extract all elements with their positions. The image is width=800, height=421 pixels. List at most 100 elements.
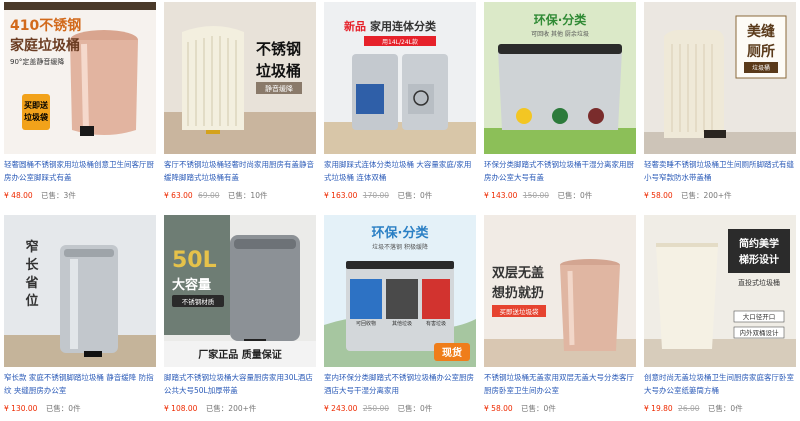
product-price: 163.00 bbox=[331, 191, 358, 200]
product-card[interactable]: 美缝 厕所 垃圾桶 轻奢卖睡不锈钢垃圾桶卫生间厕所脚踏式有缝小号窄款防水带盖桶 … bbox=[644, 2, 796, 207]
product-title[interactable]: 不锈钢垃圾桶无盖家用双层无盖大号分类客厅厨房卧室卫生间办公室 bbox=[484, 372, 636, 398]
product-price: 58.00 bbox=[651, 191, 673, 200]
original-price: 250.00 bbox=[362, 404, 390, 413]
product-title[interactable]: 轻奢圆桶不锈钢家用垃圾桶创意卫生间客厅厨房办公室脚踩式有盖 bbox=[4, 159, 156, 185]
overlay-headline: 大容量 bbox=[172, 277, 211, 293]
product-image[interactable]: 可回收物 其他垃圾 有害垃圾 环保·分类 垃圾不落钢 积极缓降 现货 bbox=[324, 215, 476, 367]
sold-count: 已售：200+件 bbox=[681, 191, 732, 200]
overlay-caption: 直投式垃圾桶 bbox=[738, 278, 780, 287]
product-card[interactable]: 简约美学 梯形设计 直投式垃圾桶 大口径开口 内外双桶设计 创意时尚无盖垃圾桶卫… bbox=[644, 215, 796, 420]
product-card[interactable]: 买即送 垃圾袋 410不锈钢 家庭垃圾桶 90°定盖静音缓降 轻奢圆桶不锈钢家用… bbox=[4, 2, 156, 207]
overlay-headline: 厕所 bbox=[747, 43, 775, 60]
product-image[interactable]: 环保·分类 可回收 其他 厨余垃圾 bbox=[484, 2, 636, 154]
overlay-headline: 长 bbox=[25, 257, 39, 273]
product-meta: ¥ 243.00 250.00 已售：0件 bbox=[324, 403, 476, 417]
badge-text: 买即送 bbox=[24, 100, 49, 110]
product-price: 130.00 bbox=[11, 404, 38, 413]
product-image[interactable]: 不锈钢 垃圾桶 静音缓降 bbox=[164, 2, 316, 154]
product-image[interactable]: 买即送 垃圾袋 410不锈钢 家庭垃圾桶 90°定盖静音缓降 bbox=[4, 2, 156, 154]
overlay-headline: 窄 bbox=[25, 239, 38, 255]
overlay-caption: 厂家正品 质量保证 bbox=[198, 348, 281, 361]
overlay-headline: 家用连体分类 bbox=[370, 19, 437, 33]
product-image[interactable]: 50L 大容量 不锈钢材质 厂家正品 质量保证 bbox=[164, 215, 316, 367]
product-meta: ¥ 163.00 170.00 已售：0件 bbox=[324, 190, 476, 204]
product-price: 58.00 bbox=[491, 404, 513, 413]
overlay-headline: 50L bbox=[172, 248, 217, 273]
sold-count: 已售：10件 bbox=[227, 191, 268, 200]
product-price: 143.00 bbox=[491, 191, 518, 200]
overlay-caption: 买即送垃圾袋 bbox=[500, 307, 540, 316]
price-currency: ¥ bbox=[164, 191, 169, 200]
price-currency: ¥ bbox=[324, 191, 329, 200]
product-title[interactable]: 轻奢卖睡不锈钢垃圾桶卫生间厕所脚踏式有缝小号窄款防水带盖桶 bbox=[644, 159, 796, 185]
price-currency: ¥ bbox=[324, 404, 329, 413]
sold-count: 已售：200+件 bbox=[205, 404, 257, 413]
product-card[interactable]: 不锈钢 垃圾桶 静音缓降 客厅不锈钢垃圾桶轻奢时尚家用厨房有盖静音缓降脚踏式垃圾… bbox=[164, 2, 316, 207]
overlay-caption: 静音缓降 bbox=[265, 84, 293, 93]
product-price: 48.00 bbox=[11, 191, 33, 200]
product-image[interactable]: 美缝 厕所 垃圾桶 bbox=[644, 2, 796, 154]
product-meta: ¥ 48.00 已售：3件 bbox=[4, 190, 156, 204]
overlay-headline: 家庭垃圾桶 bbox=[10, 37, 80, 54]
product-card[interactable]: 可回收物 其他垃圾 有害垃圾 环保·分类 垃圾不落钢 积极缓降 现货 室内环保分… bbox=[324, 215, 476, 420]
product-image[interactable]: 双层无盖 想扔就扔 买即送垃圾袋 bbox=[484, 215, 636, 367]
product-title[interactable]: 创意时尚无盖垃圾桶卫生间厨房家庭客厅卧室大号办公室纸篓筒方桶 bbox=[644, 372, 796, 398]
overlay-headline: 想扔就扔 bbox=[492, 285, 544, 301]
overlay-tag: 新品 bbox=[344, 19, 366, 33]
sold-count: 已售：0件 bbox=[521, 404, 556, 413]
sold-count: 已售：0件 bbox=[45, 404, 81, 413]
bin-label: 可回收物 bbox=[356, 320, 376, 327]
overlay-headline: 垃圾桶 bbox=[256, 62, 301, 80]
price-currency: ¥ bbox=[4, 191, 9, 200]
overlay-headline: 环保·分类 bbox=[372, 225, 430, 241]
product-title[interactable]: 脚踏式不锈钢垃圾桶大容量厨房家用30L酒店公共大号50L加厚带盖 bbox=[164, 372, 316, 398]
product-price: 63.00 bbox=[171, 191, 193, 200]
sold-count: 已售：0件 bbox=[397, 404, 433, 413]
product-image[interactable]: 窄 长 省 位 bbox=[4, 215, 156, 367]
overlay-caption: 90°定盖静音缓降 bbox=[10, 57, 64, 66]
product-title[interactable]: 窄长款 家庭不锈钢脚踏垃圾桶 静音缓降 防指纹 夹缝厨房办公室 bbox=[4, 372, 156, 398]
product-meta: ¥ 58.00 已售：200+件 bbox=[644, 190, 796, 204]
overlay-headline: 简约美学 bbox=[739, 237, 779, 250]
sold-count: 已售：0件 bbox=[707, 404, 743, 413]
overlay-headline: 环保·分类 bbox=[534, 12, 588, 27]
product-card[interactable]: 新品 家用连体分类 用14L/24L款 家用脚踩式连体分类垃圾桶 大容量家庭/家… bbox=[324, 2, 476, 207]
original-price: 170.00 bbox=[362, 191, 390, 200]
overlay-headline: 省 bbox=[24, 275, 38, 291]
product-meta: ¥ 19.80 26.00 已售：0件 bbox=[644, 403, 796, 417]
product-image[interactable]: 简约美学 梯形设计 直投式垃圾桶 大口径开口 内外双桶设计 bbox=[644, 215, 796, 367]
price-currency: ¥ bbox=[484, 404, 489, 413]
product-price: 243.00 bbox=[331, 404, 358, 413]
feature-label: 大口径开口 bbox=[743, 312, 776, 321]
overlay-headline: 不锈钢 bbox=[256, 40, 301, 58]
stock-badge: 现货 bbox=[442, 346, 462, 359]
product-price: 108.00 bbox=[171, 404, 198, 413]
product-title[interactable]: 客厅不锈钢垃圾桶轻奢时尚家用厨房有盖静音缓降脚踏式垃圾桶有盖 bbox=[164, 159, 316, 185]
sold-count: 已售：0件 bbox=[557, 191, 593, 200]
product-meta: ¥ 108.00 已售：200+件 bbox=[164, 403, 316, 417]
product-card[interactable]: 环保·分类 可回收 其他 厨余垃圾 环保分类脚踏式不锈钢垃圾桶干湿分离家用厨房办… bbox=[484, 2, 636, 207]
overlay-headline: 双层无盖 bbox=[492, 265, 544, 281]
price-currency: ¥ bbox=[4, 404, 9, 413]
product-card[interactable]: 50L 大容量 不锈钢材质 厂家正品 质量保证 脚踏式不锈钢垃圾桶大容量厨房家用… bbox=[164, 215, 316, 420]
price-currency: ¥ bbox=[644, 404, 649, 413]
original-price: 26.00 bbox=[678, 404, 700, 413]
product-title[interactable]: 环保分类脚踏式不锈钢垃圾桶干湿分离家用厨房办公室大号有盖 bbox=[484, 159, 636, 185]
overlay-caption: 垃圾不落钢 积极缓降 bbox=[372, 243, 428, 251]
overlay-caption: 垃圾桶 bbox=[752, 64, 770, 72]
product-grid: 买即送 垃圾袋 410不锈钢 家庭垃圾桶 90°定盖静音缓降 轻奢圆桶不锈钢家用… bbox=[0, 0, 800, 421]
product-price: 19.80 bbox=[651, 404, 673, 413]
original-price: 150.00 bbox=[522, 191, 550, 200]
product-meta: ¥ 58.00 已售：0件 bbox=[484, 403, 636, 417]
overlay-caption: 用14L/24L款 bbox=[382, 38, 418, 46]
product-card[interactable]: 窄 长 省 位 窄长款 家庭不锈钢脚踏垃圾桶 静音缓降 防指纹 夹缝厨房办公室 … bbox=[4, 215, 156, 420]
bin-label: 有害垃圾 bbox=[426, 320, 446, 327]
product-title[interactable]: 室内环保分类脚踏式不锈钢垃圾桶办公室厨房酒店大号干湿分离家用 bbox=[324, 372, 476, 398]
product-meta: ¥ 130.00 已售：0件 bbox=[4, 403, 156, 417]
bin-label: 其他垃圾 bbox=[392, 320, 412, 327]
sold-count: 已售：3件 bbox=[41, 191, 76, 200]
product-image[interactable]: 新品 家用连体分类 用14L/24L款 bbox=[324, 2, 476, 154]
sold-count: 已售：0件 bbox=[397, 191, 433, 200]
product-card[interactable]: 双层无盖 想扔就扔 买即送垃圾袋 不锈钢垃圾桶无盖家用双层无盖大号分类客厅厨房卧… bbox=[484, 215, 636, 420]
product-title[interactable]: 家用脚踩式连体分类垃圾桶 大容量家庭/家用式垃圾桶 连体双桶 bbox=[324, 159, 476, 185]
